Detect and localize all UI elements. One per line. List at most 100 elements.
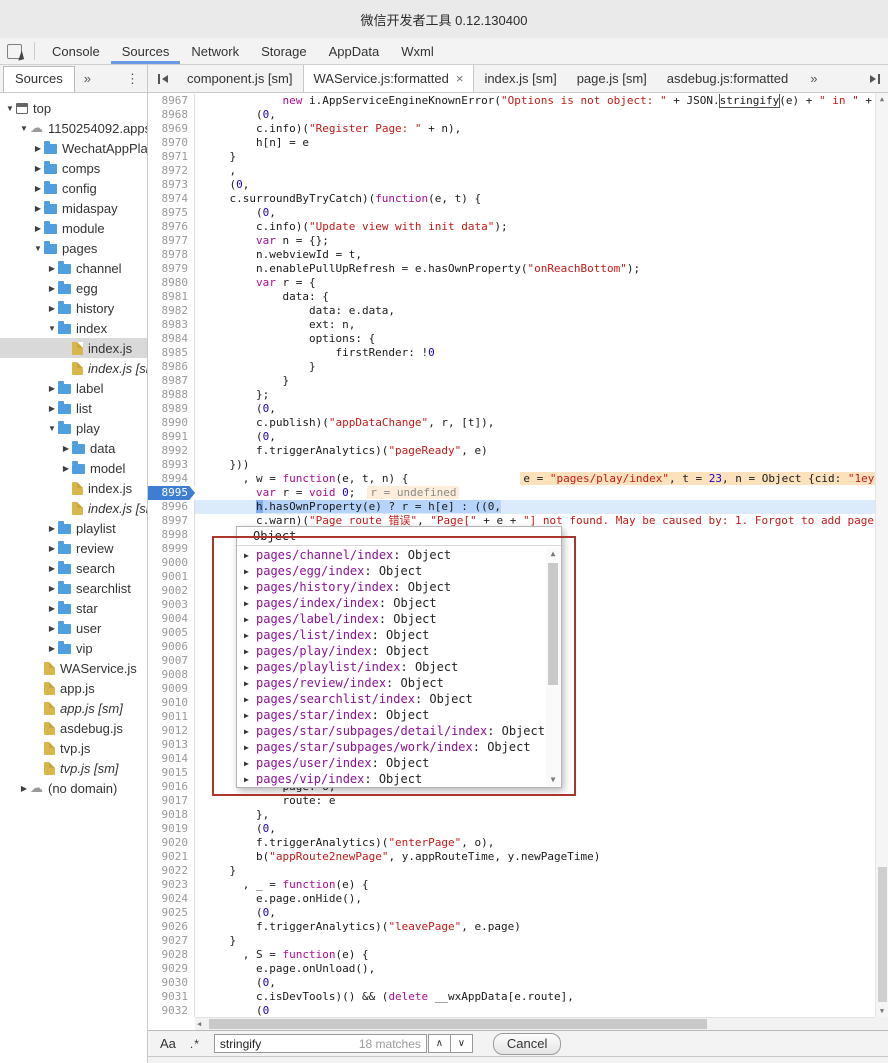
- code-text[interactable]: }: [195, 150, 875, 164]
- object-tree-item[interactable]: ▶ pages/review/index: Object: [237, 675, 546, 691]
- inspect-element-button[interactable]: [0, 38, 28, 64]
- tree-item-egg[interactable]: ▶ egg: [0, 278, 147, 298]
- search-input[interactable]: stringify 18 matches: [213, 1034, 427, 1053]
- next-match-button[interactable]: ∨: [449, 1034, 473, 1053]
- expand-icon[interactable]: ▶: [244, 631, 256, 640]
- object-tree-item[interactable]: ▶ pages/user/index: Object: [237, 755, 546, 771]
- line-number[interactable]: 8993: [148, 458, 195, 472]
- tree-disclosure-icon[interactable]: ▶: [46, 404, 58, 413]
- code-text[interactable]: f.triggerAnalytics)("leavePage", e.page): [195, 920, 875, 934]
- line-number[interactable]: 8997: [148, 514, 195, 528]
- code-text[interactable]: (0,: [195, 108, 875, 122]
- scroll-up-icon[interactable]: ▲: [546, 547, 560, 560]
- code-text[interactable]: options: {: [195, 332, 875, 346]
- line-number[interactable]: 8999: [148, 542, 195, 556]
- line-number[interactable]: 8981: [148, 290, 195, 304]
- line-number[interactable]: 8995: [148, 486, 195, 500]
- line-number[interactable]: 9023: [148, 878, 195, 892]
- tree-item-label[interactable]: ▶ label: [0, 378, 147, 398]
- line-number[interactable]: 9008: [148, 668, 195, 682]
- popup-scrollbar[interactable]: ▲ ▼: [546, 547, 560, 786]
- line-number[interactable]: 8988: [148, 388, 195, 402]
- line-number[interactable]: 8967: [148, 94, 195, 108]
- tree-disclosure-icon[interactable]: ▶: [46, 264, 58, 273]
- previous-match-button[interactable]: ∧: [427, 1034, 451, 1053]
- scroll-left-icon[interactable]: ◀: [197, 1018, 207, 1030]
- tree-disclosure-icon[interactable]: ▼: [18, 124, 30, 133]
- code-text[interactable]: };: [195, 388, 875, 402]
- devtools-tab-console[interactable]: Console: [41, 38, 111, 64]
- line-number[interactable]: 8969: [148, 122, 195, 136]
- line-number[interactable]: 8974: [148, 192, 195, 206]
- code-text[interactable]: e.page.onHide(),: [195, 892, 875, 906]
- line-number[interactable]: 8976: [148, 220, 195, 234]
- line-number[interactable]: 9014: [148, 752, 195, 766]
- code-text[interactable]: var r = void 0; r = undefined: [195, 486, 875, 500]
- tree-item-tvp-js-sm-[interactable]: tvp.js [sm]: [0, 758, 147, 778]
- tree-disclosure-icon[interactable]: ▶: [32, 144, 44, 153]
- line-number[interactable]: 8979: [148, 262, 195, 276]
- navigator-menu-icon[interactable]: ⋮: [126, 72, 139, 85]
- expand-icon[interactable]: ▶: [244, 647, 256, 656]
- file-tab[interactable]: asdebug.js:formatted: [657, 65, 798, 92]
- code-text[interactable]: n.webviewId = t,: [195, 248, 875, 262]
- line-number[interactable]: 8984: [148, 332, 195, 346]
- tree-item-app-js-sm-[interactable]: app.js [sm]: [0, 698, 147, 718]
- line-number[interactable]: 9020: [148, 836, 195, 850]
- line-number[interactable]: 8991: [148, 430, 195, 444]
- code-text[interactable]: (0,: [195, 906, 875, 920]
- tree-disclosure-icon[interactable]: ▶: [18, 784, 30, 793]
- object-tree-item[interactable]: ▶ pages/play/index: Object: [237, 643, 546, 659]
- line-number[interactable]: 8992: [148, 444, 195, 458]
- expand-icon[interactable]: ▶: [244, 727, 256, 736]
- code-text[interactable]: (0,: [195, 976, 875, 990]
- tree-item-1150254092-appser[interactable]: ▼☁ 1150254092.appser: [0, 118, 147, 138]
- line-number[interactable]: 9011: [148, 710, 195, 724]
- code-text[interactable]: new i.AppServiceEngineKnownError("Option…: [195, 94, 875, 108]
- line-number[interactable]: 9004: [148, 612, 195, 626]
- code-text[interactable]: , w = function(e, t, n) {e = "pages/play…: [195, 472, 875, 486]
- code-text[interactable]: var r = {: [195, 276, 875, 290]
- code-text[interactable]: h.hasOwnProperty(e) ? r = h[e] : ((0,: [195, 500, 875, 514]
- file-tab[interactable]: page.js [sm]: [567, 65, 657, 92]
- line-number[interactable]: 8989: [148, 402, 195, 416]
- object-tree-item[interactable]: ▶ pages/star/subpages/detail/index: Objec…: [237, 723, 546, 739]
- line-number[interactable]: 9029: [148, 962, 195, 976]
- tree-item-playlist[interactable]: ▶ playlist: [0, 518, 147, 538]
- line-number[interactable]: 8986: [148, 360, 195, 374]
- line-number[interactable]: 9010: [148, 696, 195, 710]
- tree-disclosure-icon[interactable]: ▶: [46, 284, 58, 293]
- scroll-down-icon[interactable]: ▼: [546, 773, 560, 786]
- line-number[interactable]: 9001: [148, 570, 195, 584]
- code-text[interactable]: e.page.onUnload(),: [195, 962, 875, 976]
- tree-item-model[interactable]: ▶ model: [0, 458, 147, 478]
- code-text[interactable]: data: {: [195, 290, 875, 304]
- line-number[interactable]: 8975: [148, 206, 195, 220]
- tree-item-app-js[interactable]: app.js: [0, 678, 147, 698]
- line-number[interactable]: 9012: [148, 724, 195, 738]
- tree-item-asdebug-js[interactable]: asdebug.js: [0, 718, 147, 738]
- code-text[interactable]: route: e: [195, 794, 875, 808]
- code-text[interactable]: c.surroundByTryCatch)(function(e, t) {: [195, 192, 875, 206]
- line-number[interactable]: 8971: [148, 150, 195, 164]
- devtools-tab-appdata[interactable]: AppData: [318, 38, 391, 64]
- code-text[interactable]: , _ = function(e) {: [195, 878, 875, 892]
- scroll-down-icon[interactable]: ▼: [876, 1005, 888, 1017]
- subtab-overflow-icon[interactable]: »: [84, 71, 91, 86]
- object-tree-item[interactable]: ▶ pages/list/index: Object: [237, 627, 546, 643]
- tree-item-top[interactable]: ▼ top: [0, 98, 147, 118]
- line-number[interactable]: 9016: [148, 780, 195, 794]
- code-text[interactable]: firstRender: !0: [195, 346, 875, 360]
- code-text[interactable]: c.info)("Register Page: " + n),: [195, 122, 875, 136]
- tree-disclosure-icon[interactable]: ▶: [46, 524, 58, 533]
- object-tree-item[interactable]: ▶ pages/star/index: Object: [237, 707, 546, 723]
- code-text[interactable]: }: [195, 934, 875, 948]
- object-tree-item[interactable]: ▶ pages/history/index: Object: [237, 579, 546, 595]
- code-text[interactable]: (0,: [195, 206, 875, 220]
- object-tree-item[interactable]: ▶ pages/channel/index: Object: [237, 547, 546, 563]
- regex-toggle[interactable]: .*: [190, 1037, 200, 1051]
- tree-item-config[interactable]: ▶ config: [0, 178, 147, 198]
- line-number[interactable]: 8968: [148, 108, 195, 122]
- code-text[interactable]: }: [195, 374, 875, 388]
- file-tab[interactable]: WAService.js:formatted ×: [302, 65, 475, 92]
